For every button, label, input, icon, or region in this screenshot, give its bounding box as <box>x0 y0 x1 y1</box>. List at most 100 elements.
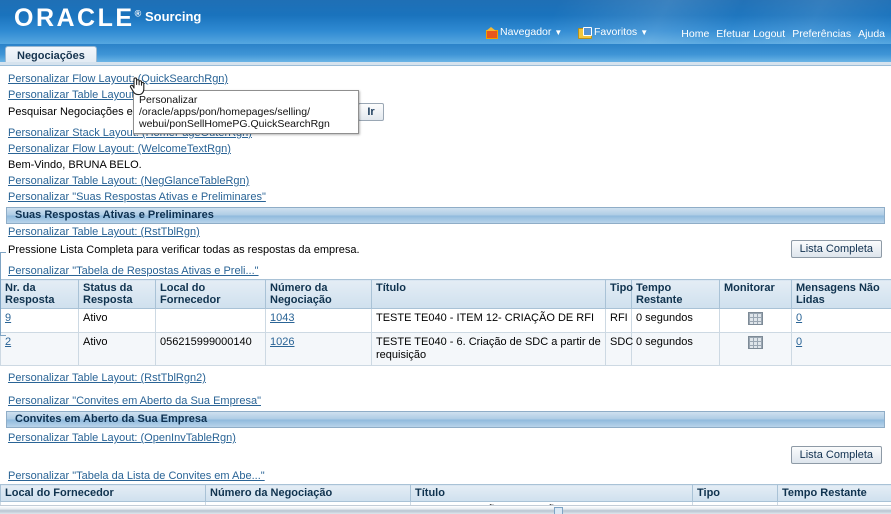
personalize-negglance-row: Personalizar Table Layout: (NegGlanceTab… <box>0 173 891 189</box>
personalize-rsttblrgn2-row: Personalizar Table Layout: (RstTblRgn2) <box>0 366 891 386</box>
welcome-text: Bem-Vindo, BRUNA BELO. <box>8 159 142 171</box>
window-splitter[interactable] <box>0 505 891 514</box>
col-unread-messages[interactable]: Mensagens Não Lidas <box>791 279 891 309</box>
monitor-grid-icon[interactable] <box>748 336 763 349</box>
col-time-left[interactable]: Tempo Restante <box>777 484 891 502</box>
cell-response-nr: 2 <box>0 332 79 366</box>
region-selection-bracket <box>0 252 6 336</box>
application-page: ORACLE® Sourcing Navegador ▼ Favoritos ▼ H… <box>0 0 891 514</box>
col-title[interactable]: Título <box>371 279 606 309</box>
personalize-rsttblrgn-row: Personalizar Table Layout: (RstTblRgn) <box>0 224 891 240</box>
global-links: Home Efetuar Logout Preferências Ajuda <box>674 28 885 40</box>
navegador-menu[interactable]: Navegador ▼ <box>486 26 563 40</box>
col-response-nr[interactable]: Nr. da Resposta <box>0 279 79 309</box>
col-supplier-site[interactable]: Local do Fornecedor <box>155 279 266 309</box>
personalize-responses-table-link[interactable]: Personalizar "Tabela de Respostas Ativas… <box>8 264 259 278</box>
tab-underline <box>0 62 891 65</box>
go-button[interactable]: Ir <box>358 103 384 121</box>
col-title[interactable]: Título <box>410 484 693 502</box>
table-row: 9 Ativo 1043 TESTE TE040 - ITEM 12- CRIA… <box>0 308 891 333</box>
col-monitor[interactable]: Monitorar <box>719 279 792 309</box>
favorites-icon <box>578 27 592 40</box>
table-row: 2 Ativo 056215999000140 1026 TESTE TE040… <box>0 332 891 366</box>
link-logout[interactable]: Efetuar Logout <box>716 28 785 40</box>
link-preferences[interactable]: Preferências <box>792 28 851 40</box>
responses-table-header-row: Nr. da Resposta Status da Resposta Local… <box>0 279 891 309</box>
home-icon <box>486 27 498 40</box>
cell-supplier-site: 056215999000140 <box>155 332 266 366</box>
section-header-responses: Suas Respostas Ativas e Preliminares <box>6 207 885 224</box>
cell-time-left: 0 segundos <box>631 332 720 366</box>
personalize-flow-welcome-link[interactable]: Personalizar Flow Layout: (WelcomeTextRg… <box>8 142 231 156</box>
full-list-button-invites[interactable]: Lista Completa <box>790 446 882 464</box>
personalize-openinv-link[interactable]: Personalizar Table Layout: (OpenInvTable… <box>8 431 236 445</box>
cell-unread: 0 <box>791 308 891 333</box>
personalize-flow-quicksearch-link[interactable]: Personalizar Flow Layout: (QuickSearchRg… <box>8 72 228 86</box>
col-time-left[interactable]: Tempo Restante <box>631 279 720 309</box>
personalize-tooltip: Personalizar /oracle/apps/pon/homepages/… <box>133 90 359 134</box>
responses-actionbar: Pressione Lista Completa para verificar … <box>0 240 891 260</box>
invites-table-header-row: Local do Fornecedor Número da Negociação… <box>0 484 891 502</box>
cell-time-left: 0 segundos <box>631 308 720 333</box>
personalize-rsttblrgn-link[interactable]: Personalizar Table Layout: (RstTblRgn) <box>8 225 200 239</box>
cell-unread: 0 <box>791 332 891 366</box>
response-nr-link[interactable]: 2 <box>5 336 11 348</box>
personalize-responses-region-link[interactable]: Personalizar "Suas Respostas Ativas e Pr… <box>8 190 266 204</box>
negotiation-nr-link[interactable]: 1026 <box>270 336 294 348</box>
mouse-cursor-hand-icon <box>129 77 145 96</box>
cell-type: SDC <box>605 332 633 366</box>
chevron-down-icon: ▼ <box>554 27 563 37</box>
favoritos-menu[interactable]: Favoritos ▼ <box>578 26 649 40</box>
cell-negotiation-nr: 1026 <box>265 332 372 366</box>
oracle-logo: ORACLE® <box>14 4 142 32</box>
personalize-openinv-row: Personalizar Table Layout: (OpenInvTable… <box>0 428 891 446</box>
section-header-invites: Convites em Aberto da Sua Empresa <box>6 411 885 428</box>
favoritos-label: Favoritos <box>594 26 638 39</box>
negotiation-nr-link[interactable]: 1043 <box>270 312 294 324</box>
cell-title: TESTE TE040 - 6. Criação de SDC a partir… <box>371 332 606 366</box>
personalize-invites-table-link[interactable]: Personalizar "Tabela da Lista de Convite… <box>8 469 265 483</box>
personalize-invites-table-row: Personalizar "Tabela da Lista de Convite… <box>0 468 891 484</box>
branding-bar: ORACLE® Sourcing Navegador ▼ Favoritos ▼ H… <box>0 0 891 44</box>
cell-status: Ativo <box>78 332 156 366</box>
personalize-responses-region-row: Personalizar "Suas Respostas Ativas e Pr… <box>0 189 891 205</box>
cell-monitor <box>719 308 792 333</box>
monitor-grid-icon[interactable] <box>748 312 763 325</box>
col-type[interactable]: Tipo <box>605 279 633 309</box>
chevron-down-icon: ▼ <box>640 27 649 37</box>
cell-monitor <box>719 332 792 366</box>
cell-type: RFI <box>605 308 632 333</box>
personalize-flow-welcome-row: Personalizar Flow Layout: (WelcomeTextRg… <box>0 141 891 157</box>
search-label: Pesquisar Negociações em A <box>8 106 152 118</box>
personalize-rsttblrgn2-link[interactable]: Personalizar Table Layout: (RstTblRgn2) <box>8 371 206 385</box>
link-home[interactable]: Home <box>681 28 709 40</box>
app-title: Sourcing <box>145 9 202 24</box>
personalize-negglance-link[interactable]: Personalizar Table Layout: (NegGlanceTab… <box>8 174 249 188</box>
responses-table: Nr. da Resposta Status da Resposta Local… <box>0 279 891 366</box>
cell-negotiation-nr: 1043 <box>265 308 372 333</box>
unread-messages-link[interactable]: 0 <box>796 336 802 348</box>
navegador-label: Navegador <box>500 26 552 39</box>
col-type[interactable]: Tipo <box>692 484 778 502</box>
col-supplier-site[interactable]: Local do Fornecedor <box>0 484 206 502</box>
cell-supplier-site <box>155 308 266 333</box>
registered-mark: ® <box>134 8 142 19</box>
cell-title: TESTE TE040 - ITEM 12- CRIAÇÃO DE RFI <box>371 308 606 333</box>
unread-messages-link[interactable]: 0 <box>796 312 802 324</box>
cell-status: Ativo <box>78 308 156 333</box>
col-negotiation-nr[interactable]: Número da Negociação <box>205 484 411 502</box>
invites-actionbar: Lista Completa <box>0 446 891 468</box>
cell-response-nr: 9 <box>0 308 79 333</box>
tooltip-line-2: webui/ponSellHomePG.QuickSearchRgn <box>139 118 330 130</box>
personalize-responses-table-row: Personalizar "Tabela de Respostas Ativas… <box>0 260 891 279</box>
col-response-status[interactable]: Status da Resposta <box>78 279 156 309</box>
tooltip-line-1: Personalizar /oracle/apps/pon/homepages/… <box>139 94 311 118</box>
col-negotiation-nr[interactable]: Número da Negociação <box>265 279 372 309</box>
full-list-button-responses[interactable]: Lista Completa <box>790 240 882 258</box>
responses-hint: Pressione Lista Completa para verificar … <box>8 244 360 256</box>
splitter-handle[interactable] <box>554 507 563 514</box>
link-help[interactable]: Ajuda <box>858 28 885 40</box>
tab-bar: Negociações <box>0 44 891 66</box>
personalize-invites-region-link[interactable]: Personalizar "Convites em Aberto da Sua … <box>8 394 261 408</box>
personalize-invites-region-row: Personalizar "Convites em Aberto da Sua … <box>0 386 891 409</box>
